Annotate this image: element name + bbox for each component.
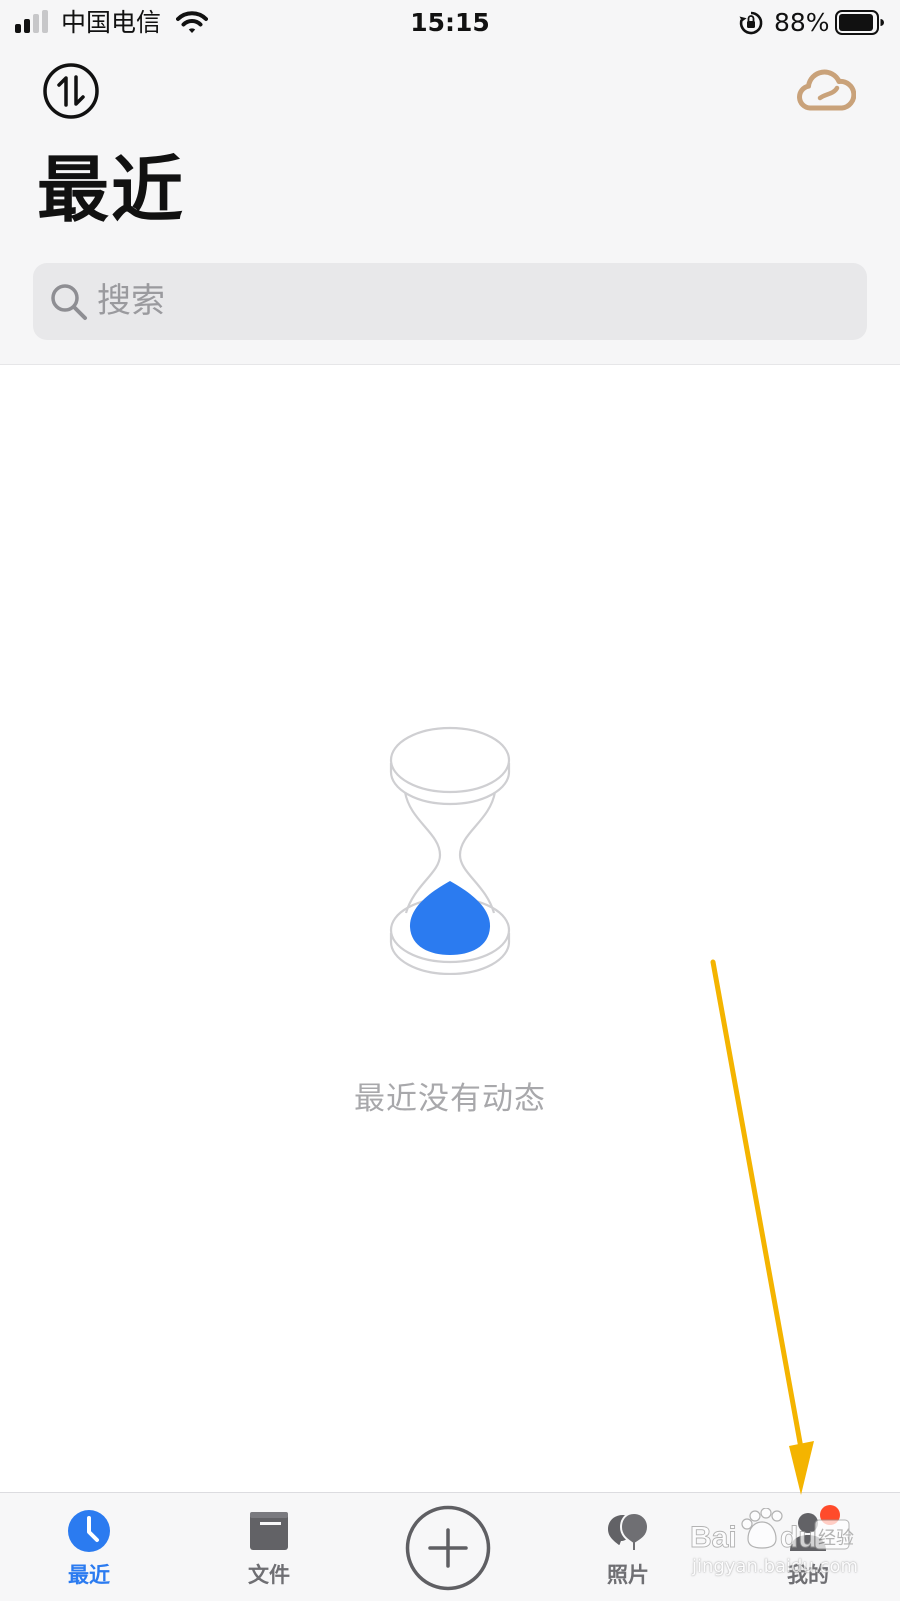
notification-badge	[820, 1505, 840, 1525]
tab-bar: 最近 文件 照片 我的	[0, 1492, 900, 1601]
carrier-name: 中国电信	[61, 8, 162, 37]
wifi-icon	[176, 11, 208, 33]
cloud-icon[interactable]	[796, 67, 856, 113]
search-bar[interactable]: 搜索	[33, 263, 867, 340]
tab-label: 我的	[787, 1563, 829, 1587]
status-bar: 中国电信 15:15 88%	[0, 0, 900, 46]
plus-icon[interactable]	[405, 1505, 491, 1591]
clock-icon	[68, 1510, 110, 1552]
top-area: 中国电信 15:15 88% 最近 搜索	[0, 0, 900, 365]
transfer-icon[interactable]	[42, 62, 100, 120]
orientation-lock-icon	[739, 11, 763, 35]
tab-mine[interactable]: 我的	[748, 1493, 868, 1601]
tab-photos[interactable]: 照片	[568, 1493, 688, 1601]
empty-state-message: 最近没有动态	[354, 1081, 546, 1117]
battery-icon	[835, 10, 884, 35]
search-input[interactable]: 搜索	[97, 279, 165, 323]
photos-icon	[608, 1511, 650, 1552]
folder-icon	[250, 1512, 288, 1550]
tab-label: 文件	[248, 1563, 290, 1587]
hourglass-icon	[389, 726, 511, 975]
status-time: 15:15	[410, 8, 490, 37]
tab-label: 最近	[68, 1563, 110, 1587]
search-icon	[51, 284, 87, 320]
battery-percent: 88%	[774, 8, 830, 37]
tab-recent[interactable]: 最近	[29, 1493, 149, 1601]
cellular-signal-icon	[15, 10, 51, 33]
tab-label: 照片	[607, 1563, 649, 1587]
annotation-arrow	[710, 959, 814, 1495]
tab-files[interactable]: 文件	[209, 1493, 329, 1601]
page-title: 最近	[37, 148, 186, 232]
